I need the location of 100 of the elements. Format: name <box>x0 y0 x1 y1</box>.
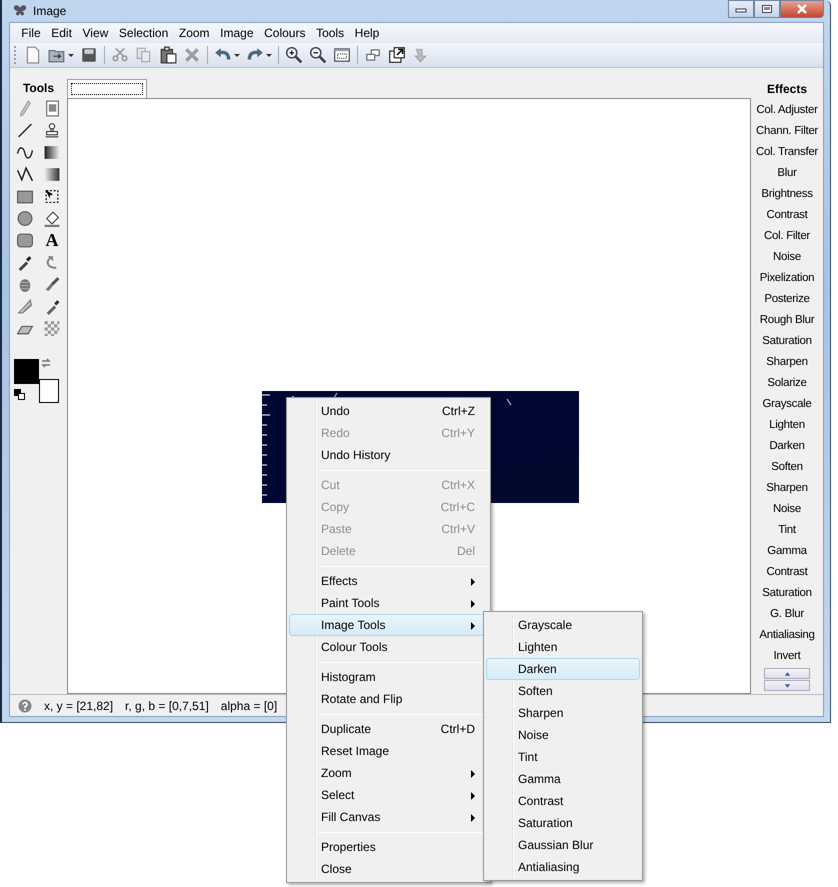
menu-item[interactable]: Colours <box>258 26 311 40</box>
picture-page-icon[interactable] <box>43 100 61 117</box>
menu-item[interactable]: Grayscale <box>486 614 640 636</box>
primary-color-swatch[interactable] <box>14 359 38 384</box>
effect-item[interactable]: Sharpen <box>766 352 808 373</box>
gradient-box-icon[interactable] <box>43 166 61 183</box>
menu-item[interactable]: Select <box>289 784 488 806</box>
fit-window-icon <box>333 46 351 64</box>
submenu-arrow-icon <box>471 770 475 778</box>
effect-item[interactable]: Invert <box>774 646 800 667</box>
text-tool-icon[interactable]: A <box>43 232 61 249</box>
effect-item[interactable]: Tint <box>778 520 796 541</box>
menu-item[interactable]: Gaussian Blur <box>486 834 640 856</box>
submenu-arrow-icon <box>471 600 475 608</box>
menu-item[interactable]: Undo History <box>289 444 488 466</box>
menu-item[interactable]: Sharpen <box>486 702 640 724</box>
effect-item[interactable]: Col. Transfer <box>756 142 818 163</box>
effect-item[interactable]: Col. Filter <box>764 226 810 247</box>
effect-item[interactable]: Sharpen <box>766 478 808 499</box>
menu-item[interactable]: Soften <box>486 680 640 702</box>
menu-item[interactable]: Gamma <box>486 768 640 790</box>
cursor-coordinates: x, y = [21,82] <box>44 698 114 712</box>
effect-item[interactable]: Rough Blur <box>760 310 814 331</box>
selection-icon[interactable] <box>43 188 61 205</box>
up-arrow-icon <box>784 670 790 676</box>
menu-item[interactable]: Paint Tools <box>289 592 488 614</box>
menu-item[interactable]: Fill Canvas <box>289 806 488 828</box>
effect-item[interactable]: Noise <box>773 499 801 520</box>
menu-item[interactable]: Tint <box>486 746 640 768</box>
effect-item[interactable]: Contrast <box>766 205 808 226</box>
circle-icon[interactable] <box>16 210 34 227</box>
menu-item[interactable]: Zoom <box>289 762 488 784</box>
menu-item[interactable]: Zoom <box>174 26 215 40</box>
menu-item[interactable]: Selection <box>114 26 174 40</box>
menu-item[interactable]: Lighten <box>486 636 640 658</box>
effect-item[interactable]: Pixelization <box>760 268 814 289</box>
effect-item[interactable]: Lighten <box>769 415 805 436</box>
menu-item[interactable]: Noise <box>486 724 640 746</box>
maximize-icon <box>761 4 773 14</box>
document-tab[interactable] <box>67 79 147 98</box>
maximize-button[interactable] <box>754 0 780 18</box>
zigzag-icon[interactable] <box>16 166 34 183</box>
paint-bucket-icon[interactable] <box>43 210 61 227</box>
menu-item[interactable]: Antialiasing <box>486 856 640 878</box>
zoom-in-icon <box>285 46 303 64</box>
close-button[interactable] <box>780 0 824 18</box>
secondary-color-swatch[interactable] <box>38 379 58 403</box>
zoom-out-icon <box>309 46 327 64</box>
popout-window-icon <box>388 46 406 64</box>
copy-pages-icon <box>135 46 153 64</box>
menu-item[interactable]: Undo Ctrl+Z <box>289 400 488 422</box>
menu-item[interactable]: Help <box>349 26 385 40</box>
gradient-square-icon[interactable] <box>43 144 61 161</box>
minimize-button[interactable] <box>728 0 754 18</box>
brush-icon[interactable] <box>43 276 61 293</box>
rounded-rectangle-icon[interactable] <box>16 232 34 249</box>
effect-item[interactable]: Chann. Filter <box>756 121 818 142</box>
effect-item[interactable]: Antialiasing <box>759 625 815 646</box>
effect-item[interactable]: G. Blur <box>770 604 804 625</box>
menu-item[interactable]: Darken <box>486 658 640 680</box>
panel-title: Tools <box>22 80 54 97</box>
effect-item[interactable]: Saturation <box>762 331 812 352</box>
effect-item[interactable]: Darken <box>769 436 805 457</box>
menu-item[interactable]: Edit <box>46 26 78 40</box>
help-icon <box>18 698 32 712</box>
menu-item[interactable]: Effects <box>289 570 488 592</box>
menu-item[interactable]: File <box>16 26 46 40</box>
menu-item[interactable]: Contrast <box>486 790 640 812</box>
effect-item[interactable]: Soften <box>771 457 803 478</box>
eyedropper-icon[interactable] <box>16 254 34 271</box>
submenu-arrow-icon <box>471 814 475 822</box>
effect-item[interactable]: Gamma <box>767 541 807 562</box>
menu-item[interactable]: Saturation <box>486 812 640 834</box>
effect-item[interactable]: Contrast <box>766 562 808 583</box>
window-title: Image <box>33 4 66 18</box>
menu-item[interactable]: Tools <box>310 26 350 40</box>
submenu-arrow-icon <box>471 792 475 800</box>
reset-colors-icon[interactable] <box>14 389 24 400</box>
effect-item[interactable]: Solarize <box>767 373 807 394</box>
new-page-icon <box>24 46 42 64</box>
effect-item[interactable]: Brightness <box>761 184 813 205</box>
effect-item[interactable]: Saturation <box>762 583 812 604</box>
scissors-icon <box>111 46 129 64</box>
submenu-arrow-icon <box>471 578 475 586</box>
stamp-icon[interactable] <box>43 122 61 139</box>
effect-item[interactable]: Col. Adjuster <box>756 100 818 121</box>
menu-item[interactable]: Image <box>214 26 259 40</box>
curve-icon[interactable] <box>16 144 34 161</box>
rectangle-icon[interactable] <box>16 188 34 205</box>
checkered-icon[interactable] <box>43 320 61 337</box>
effect-item[interactable]: Posterize <box>764 289 810 310</box>
effect-item[interactable]: Blur <box>777 163 797 184</box>
effect-item[interactable]: Grayscale <box>762 394 812 415</box>
hatched-pen-icon[interactable] <box>16 298 34 315</box>
menu-item[interactable]: View <box>77 26 114 40</box>
line-icon[interactable] <box>16 122 34 139</box>
effect-item[interactable]: Noise <box>773 247 801 268</box>
submenu-arrow-icon <box>471 622 475 630</box>
swap-arrows-icon[interactable] <box>40 357 52 369</box>
down-arrow-icon <box>784 682 790 688</box>
